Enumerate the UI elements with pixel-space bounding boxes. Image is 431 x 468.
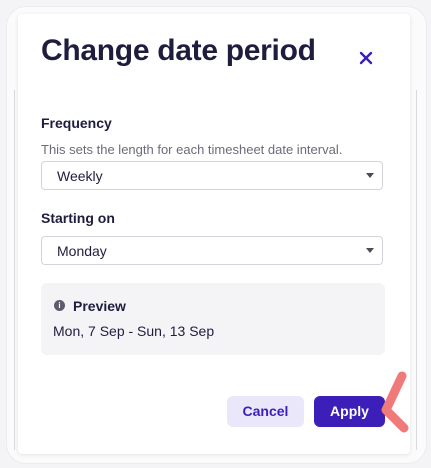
pointer-arrow-icon — [381, 371, 409, 433]
preview-title: Preview — [73, 298, 126, 314]
dialog-title: Change date period — [41, 34, 316, 67]
close-button[interactable] — [352, 44, 380, 72]
change-date-period-dialog: Change date period Frequency This sets t… — [18, 14, 410, 454]
preview-date-range: Mon, 7 Sep - Sun, 13 Sep — [53, 323, 215, 339]
chevron-down-icon — [366, 173, 374, 178]
starting-on-selected-value: Monday — [57, 243, 107, 259]
frequency-helper-text: This sets the length for each timesheet … — [41, 142, 343, 157]
info-icon: i — [54, 300, 65, 311]
starting-on-select[interactable]: Monday — [41, 236, 383, 265]
chevron-down-icon — [366, 248, 374, 253]
starting-on-label: Starting on — [41, 210, 115, 226]
apply-button[interactable]: Apply — [314, 396, 385, 427]
frequency-selected-value: Weekly — [57, 168, 103, 184]
close-icon — [359, 51, 373, 65]
frequency-label: Frequency — [41, 115, 112, 131]
cancel-button[interactable]: Cancel — [227, 396, 304, 427]
preview-panel: i Preview Mon, 7 Sep - Sun, 13 Sep — [41, 283, 385, 355]
frequency-select[interactable]: Weekly — [41, 161, 383, 190]
background-divider — [14, 90, 15, 450]
